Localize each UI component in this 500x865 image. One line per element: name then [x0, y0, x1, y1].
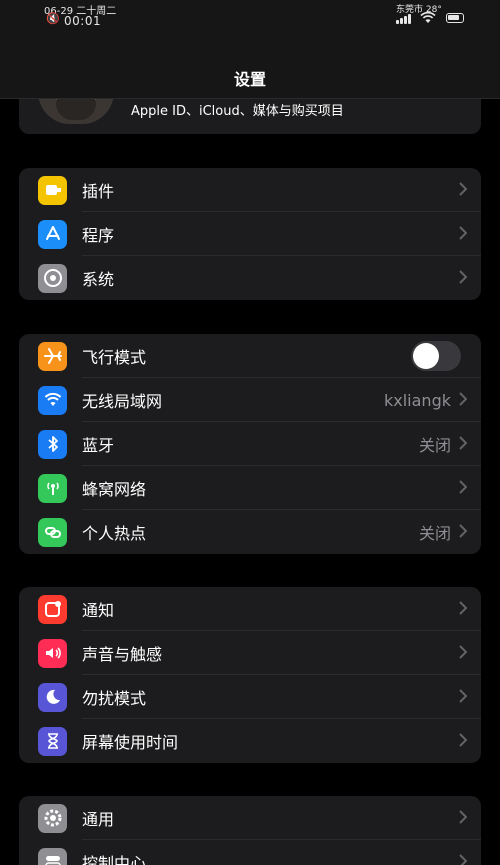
chevron-right-icon: [459, 436, 467, 450]
chevron-right-icon: [459, 226, 467, 240]
plugin-icon: [38, 175, 67, 205]
settings-row-wifi[interactable]: 无线局域网 kxliangk: [19, 378, 481, 422]
notification-icon: [38, 594, 67, 624]
row-label: 插件: [82, 182, 115, 201]
settings-row-apps[interactable]: 程序: [19, 212, 481, 256]
row-label: 屏幕使用时间: [82, 733, 179, 752]
hotspot-icon: [38, 517, 67, 547]
general-group: 通用 控制中心: [19, 796, 481, 865]
row-label: 勿扰模式: [82, 689, 147, 708]
signal-icon: [396, 14, 412, 24]
row-label: 蜂窝网络: [82, 480, 147, 499]
settings-row-system[interactable]: 系统: [19, 256, 481, 300]
moon-icon: [38, 682, 67, 712]
wifi-icon: [38, 385, 67, 415]
profile-subtitle: Apple ID、iCloud、媒体与购买项目: [131, 104, 344, 119]
settings-row-airplane-mode[interactable]: 飞行模式: [19, 334, 481, 378]
chevron-right-icon: [459, 480, 467, 494]
chevron-right-icon: [459, 601, 467, 615]
airplane-mode-toggle[interactable]: [411, 341, 461, 371]
chevron-right-icon: [459, 392, 467, 406]
bluetooth-icon: [38, 429, 67, 459]
row-label: 声音与触感: [82, 645, 163, 664]
row-label: 通用: [82, 810, 115, 829]
row-label: 系统: [82, 270, 115, 289]
status-time: 00:01: [64, 14, 102, 28]
airplane-icon: [38, 341, 67, 371]
app-store-icon: [38, 219, 67, 249]
settings-row-control-center[interactable]: 控制中心: [19, 840, 481, 865]
mute-icon: 🔇: [46, 12, 60, 25]
chevron-right-icon: [459, 854, 467, 865]
page-title: 设置: [233, 70, 266, 89]
hourglass-icon: [38, 726, 67, 756]
row-label: 个人热点: [82, 524, 147, 543]
settings-row-notifications[interactable]: 通知: [19, 587, 481, 631]
row-label: 通知: [82, 601, 115, 620]
row-label: 控制中心: [82, 854, 147, 865]
settings-row-do-not-disturb[interactable]: 勿扰模式: [19, 675, 481, 719]
settings-row-plugins[interactable]: 插件: [19, 168, 481, 212]
control-center-icon: [38, 847, 67, 865]
row-label: 无线局域网: [82, 392, 163, 411]
wifi-status-icon: [420, 12, 436, 23]
row-label: 飞行模式: [82, 348, 147, 367]
battery-icon: [446, 13, 464, 23]
row-label: 蓝牙: [82, 436, 115, 455]
row-label: 程序: [82, 226, 115, 245]
settings-row-bluetooth[interactable]: 蓝牙 关闭: [19, 422, 481, 466]
chevron-right-icon: [459, 270, 467, 284]
extensions-group: 插件 程序 系统: [19, 168, 481, 300]
settings-row-general[interactable]: 通用: [19, 796, 481, 840]
gear-icon: [38, 803, 67, 833]
settings-row-sounds[interactable]: 声音与触感: [19, 631, 481, 675]
wifi-network-name: kxliangk: [384, 390, 451, 410]
chevron-right-icon: [459, 810, 467, 824]
gear-system-icon: [38, 263, 67, 293]
chevron-right-icon: [459, 182, 467, 196]
cellular-icon: [38, 473, 67, 503]
chevron-right-icon: [459, 733, 467, 747]
settings-row-hotspot[interactable]: 个人热点 关闭: [19, 510, 481, 554]
settings-row-screen-time[interactable]: 屏幕使用时间: [19, 719, 481, 763]
chevron-right-icon: [459, 689, 467, 703]
settings-row-cellular[interactable]: 蜂窝网络: [19, 466, 481, 510]
bluetooth-status: 关闭: [418, 436, 451, 455]
connectivity-group: 飞行模式 无线局域网 kxliangk 蓝牙 关闭 蜂窝网络 个人热点 关闭: [19, 334, 481, 554]
status-bar: 06-29 二十周二 🔇 00:01 东莞市 28°: [0, 0, 500, 34]
chevron-right-icon: [459, 645, 467, 659]
sound-icon: [38, 638, 67, 668]
chevron-right-icon: [459, 524, 467, 538]
hotspot-status: 关闭: [418, 524, 451, 543]
notifications-group: 通知 声音与触感 勿扰模式 屏幕使用时间: [19, 587, 481, 763]
